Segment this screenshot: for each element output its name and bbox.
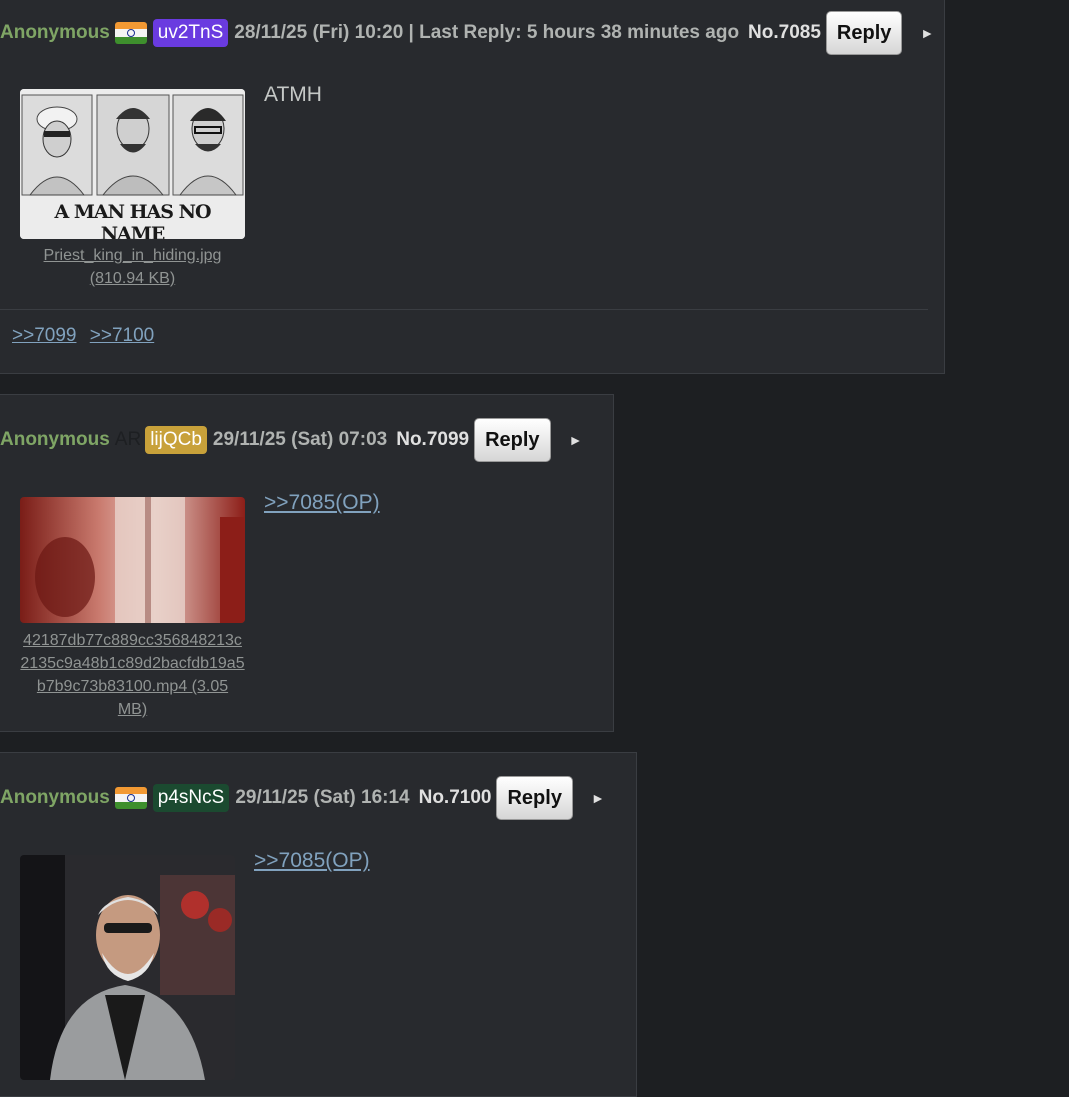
post-menu-icon[interactable]: ► (920, 25, 934, 41)
backlink-7100[interactable]: >>7100 (90, 325, 154, 346)
post-7099: Anonymous AR lijQCb 29/11/25 (Sat) 07:03… (0, 394, 614, 732)
quote-link[interactable]: >>7085(OP) (254, 849, 370, 872)
divider (0, 309, 928, 310)
file-name-line3[interactable]: b7b9c73b83100.mp4 (3.05 MB) (20, 675, 245, 721)
file-name-line1[interactable]: 42187db77c889cc356848213c (20, 629, 245, 652)
reply-button[interactable]: Reply (496, 776, 573, 820)
post-date: 29/11/25 (Sat) 07:03 (212, 429, 388, 450)
thumbnail-image (20, 497, 245, 623)
reply-button[interactable]: Reply (474, 418, 551, 462)
poster-name: Anonymous (0, 22, 110, 43)
india-flag-icon (114, 787, 147, 809)
poster-name: Anonymous (0, 787, 110, 808)
file-name-line2[interactable]: 2135c9a48b1c89d2bacfdb19a5 (20, 652, 245, 675)
post-date: 28/11/25 (Fri) 10:20 | Last Reply: 5 hou… (234, 22, 740, 43)
thumbnail-image (20, 855, 235, 1080)
file-info[interactable]: 42187db77c889cc356848213c 2135c9a48b1c89… (20, 629, 245, 721)
post-body: ATMH (264, 83, 322, 106)
poster-name: Anonymous (0, 429, 110, 450)
post-body: >>7085(OP) (254, 849, 370, 873)
poster-id[interactable]: uv2TnS (152, 19, 229, 47)
post-header: Anonymous AR lijQCb 29/11/25 (Sat) 07:03… (0, 418, 583, 462)
file-name[interactable]: Priest_king_in_hiding.jpg (20, 244, 245, 267)
post-number[interactable]: No.7099 (396, 429, 469, 451)
quote-link[interactable]: >>7085(OP) (264, 491, 380, 514)
post-body: >>7085(OP) (264, 491, 380, 515)
post-menu-icon[interactable]: ► (591, 790, 605, 806)
post-date: 29/11/25 (Sat) 16:14 (235, 787, 410, 808)
video-thumbnail[interactable] (20, 497, 245, 623)
thumbnail-caption: A MAN HAS NO NAME (54, 201, 211, 239)
india-flag-icon (114, 22, 147, 44)
poster-id[interactable]: p4sNcS (152, 784, 230, 812)
post-header: Anonymous uv2TnS 28/11/25 (Fri) 10:20 | … (0, 11, 934, 55)
post-number[interactable]: No.7085 (748, 22, 821, 44)
post-thumbnail[interactable] (20, 855, 235, 1080)
reply-button[interactable]: Reply (825, 11, 903, 55)
post-7085: Anonymous uv2TnS 28/11/25 (Fri) 10:20 | … (0, 0, 945, 374)
backlink-7099[interactable]: >>7099 (12, 325, 76, 346)
post-header: Anonymous p4sNcS 29/11/25 (Sat) 16:14 No… (0, 776, 605, 820)
country-code: AR (114, 429, 142, 450)
file-info[interactable]: Priest_king_in_hiding.jpg (810.94 KB) (20, 244, 245, 290)
post-number[interactable]: No.7100 (419, 787, 492, 809)
poster-id[interactable]: lijQCb (145, 426, 207, 454)
post-menu-icon[interactable]: ► (569, 432, 583, 448)
post-7100: Anonymous p4sNcS 29/11/25 (Sat) 16:14 No… (0, 752, 637, 1097)
post-thumbnail[interactable]: A MAN HAS NO NAME (20, 89, 245, 239)
file-size: (810.94 KB) (89, 270, 176, 287)
backlinks: >>7099 >>7100 (12, 325, 162, 347)
